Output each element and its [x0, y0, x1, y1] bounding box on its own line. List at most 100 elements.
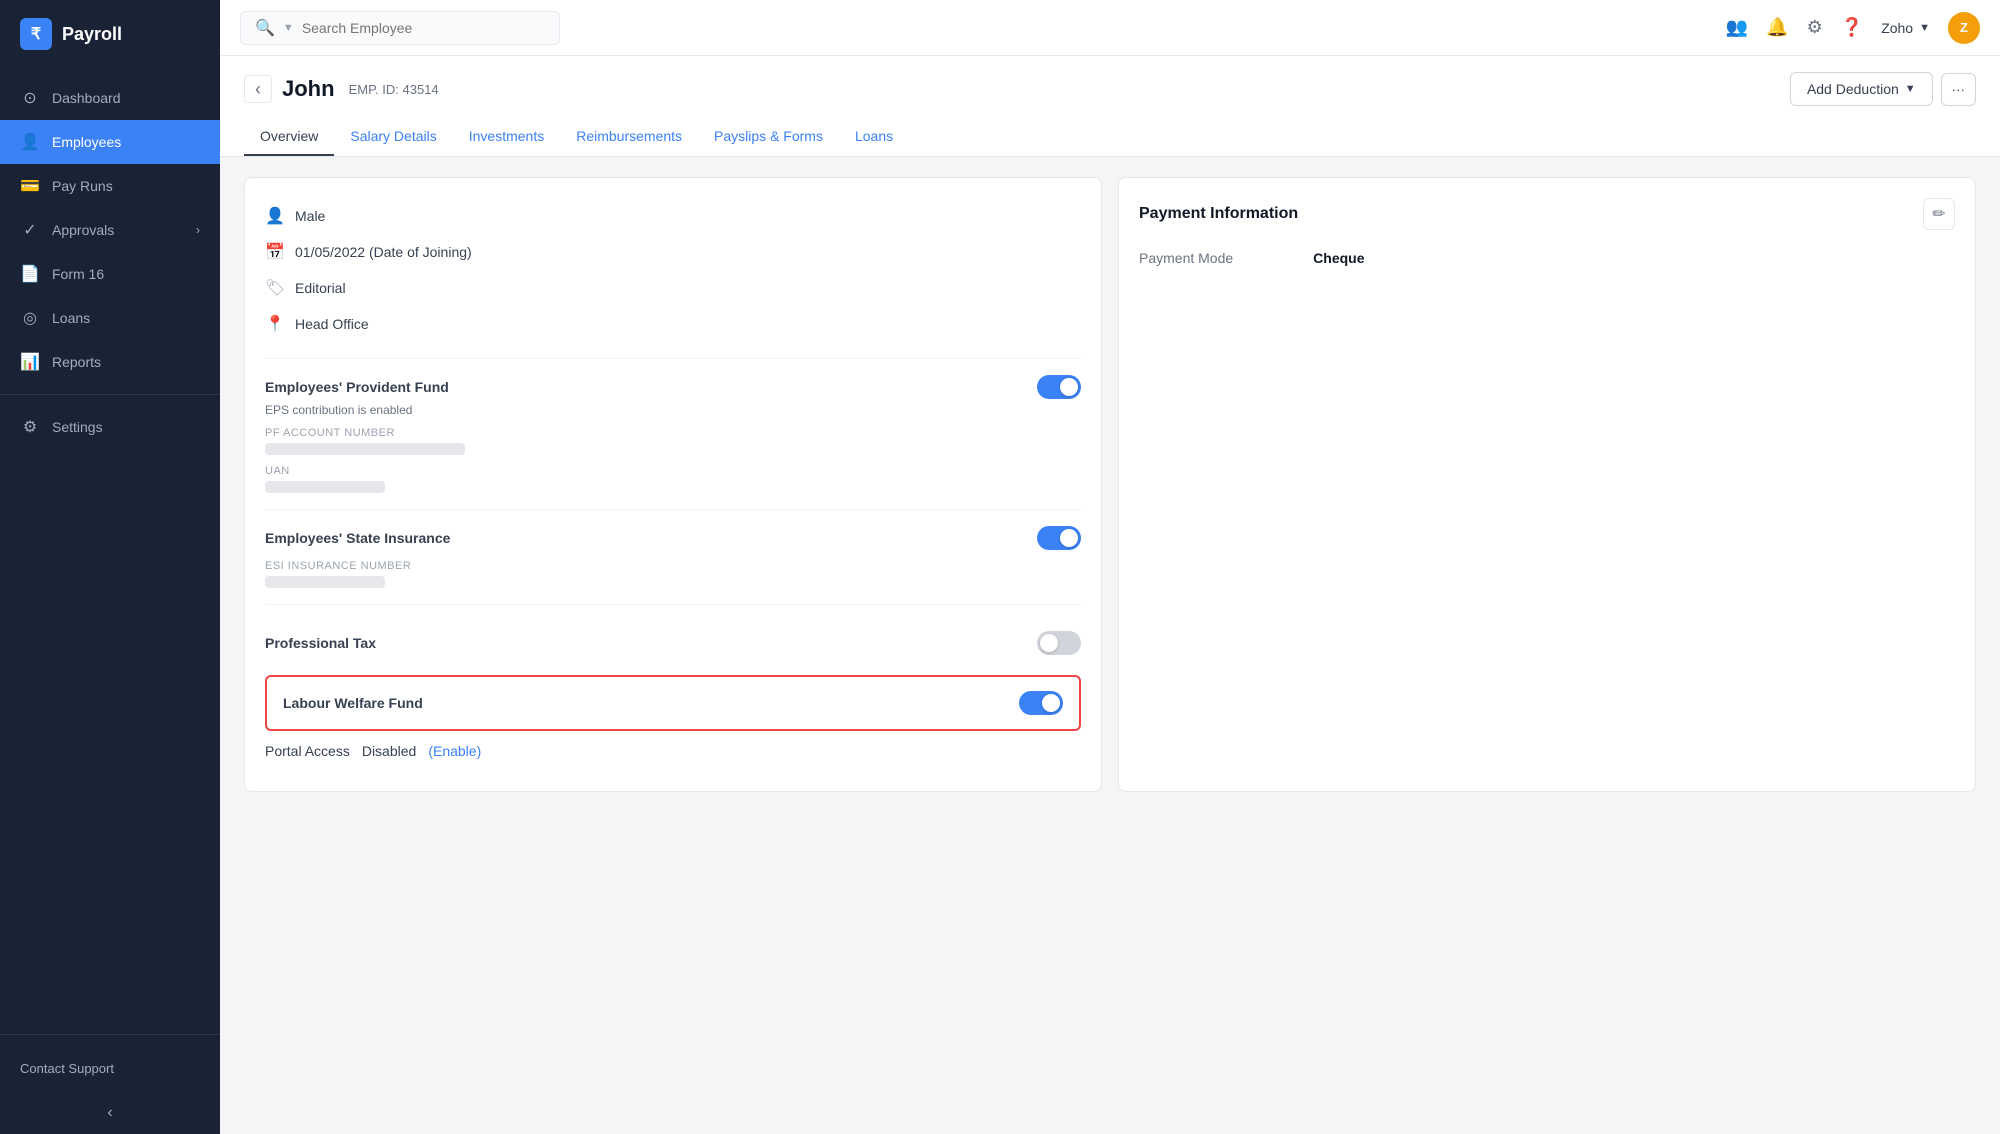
chevron-down-icon: ▼: [1905, 83, 1916, 95]
department-value: Editorial: [295, 280, 346, 296]
location-row: 📍 Head Office: [265, 306, 1081, 342]
pf-account-label: PF ACCOUNT NUMBER: [265, 427, 1081, 439]
lwf-toggle[interactable]: [1019, 691, 1063, 715]
tab-overview[interactable]: Overview: [244, 118, 334, 156]
pay-runs-icon: 💳: [20, 176, 40, 196]
sidebar-item-label: Dashboard: [52, 90, 121, 106]
gender-row: 👤 Male: [265, 198, 1081, 234]
user-dropdown-icon: ▼: [1919, 22, 1930, 34]
lwf-section: Labour Welfare Fund: [265, 675, 1081, 731]
collapse-icon: ‹: [107, 1104, 112, 1122]
topbar-right: 👥 🔔 ⚙ ❓ Zoho ▼ Z: [1726, 12, 1980, 44]
epf-toggle-row: Employees' Provident Fund: [265, 375, 1081, 399]
back-button[interactable]: ‹: [244, 75, 272, 103]
payment-mode-value: Cheque: [1313, 250, 1364, 266]
search-icon: 🔍: [255, 18, 275, 38]
pt-label: Professional Tax: [265, 635, 376, 651]
doj-value: 01/05/2022 (Date of Joining): [295, 244, 472, 260]
tab-investments[interactable]: Investments: [453, 118, 560, 156]
add-deduction-button[interactable]: Add Deduction ▼: [1790, 72, 1933, 106]
employee-info-card: 👤 Male 📅 01/05/2022 (Date of Joining) 🏷 …: [244, 177, 1102, 792]
sidebar-collapse-button[interactable]: ‹: [0, 1092, 220, 1134]
help-icon[interactable]: ❓: [1841, 17, 1863, 38]
esi-toggle[interactable]: [1037, 526, 1081, 550]
sidebar-item-settings[interactable]: ⚙ Settings: [0, 405, 220, 449]
search-box[interactable]: 🔍 ▼: [240, 11, 560, 45]
form16-icon: 📄: [20, 264, 40, 284]
employee-header: ‹ John EMP. ID: 43514 Add Deduction ▼ ··…: [220, 56, 2000, 157]
calendar-icon: 📅: [265, 242, 285, 262]
body-grid: 👤 Male 📅 01/05/2022 (Date of Joining) 🏷 …: [220, 157, 2000, 812]
esi-insurance-value: [265, 576, 385, 588]
esi-section: Employees' State Insurance ESI INSURANCE…: [265, 509, 1081, 588]
sidebar-nav: ⊙ Dashboard 👤 Employees 💳 Pay Runs ✓ App…: [0, 68, 220, 1024]
tab-reimbursements[interactable]: Reimbursements: [560, 118, 698, 156]
lwf-label: Labour Welfare Fund: [283, 695, 423, 711]
employee-name: John: [282, 76, 335, 102]
pt-toggle[interactable]: [1037, 631, 1081, 655]
chevron-right-icon: ›: [196, 223, 200, 237]
department-icon: 🏷: [265, 278, 285, 298]
sidebar-item-loans[interactable]: ◎ Loans: [0, 296, 220, 340]
sidebar-item-pay-runs[interactable]: 💳 Pay Runs: [0, 164, 220, 208]
portal-enable-link[interactable]: (Enable): [428, 743, 481, 759]
gear-icon[interactable]: ⚙: [1807, 17, 1823, 38]
app-name: Payroll: [62, 24, 122, 45]
sidebar: ₹ Payroll ⊙ Dashboard 👤 Employees 💳 Pay …: [0, 0, 220, 1134]
employee-tabs: Overview Salary Details Investments Reim…: [244, 118, 1976, 156]
sidebar-item-form16[interactable]: 📄 Form 16: [0, 252, 220, 296]
bell-icon[interactable]: 🔔: [1766, 17, 1788, 38]
more-icon: ···: [1952, 82, 1965, 97]
content-area: ‹ John EMP. ID: 43514 Add Deduction ▼ ··…: [220, 56, 2000, 1134]
avatar[interactable]: Z: [1948, 12, 1980, 44]
search-input[interactable]: [302, 20, 545, 36]
payment-edit-button[interactable]: ✏: [1923, 198, 1955, 230]
dashboard-icon: ⊙: [20, 88, 40, 108]
payment-mode-row: Payment Mode Cheque: [1139, 250, 1955, 266]
sidebar-item-employees[interactable]: 👤 Employees: [0, 120, 220, 164]
sidebar-item-dashboard[interactable]: ⊙ Dashboard: [0, 76, 220, 120]
add-deduction-label: Add Deduction: [1807, 81, 1899, 97]
location-value: Head Office: [295, 316, 369, 332]
gender-icon: 👤: [265, 206, 285, 226]
doj-row: 📅 01/05/2022 (Date of Joining): [265, 234, 1081, 270]
payment-mode-label: Payment Mode: [1139, 250, 1233, 266]
edit-icon: ✏: [1932, 204, 1945, 224]
tab-payslips[interactable]: Payslips & Forms: [698, 118, 839, 156]
contact-support[interactable]: Contact Support: [0, 1045, 220, 1092]
epf-toggle[interactable]: [1037, 375, 1081, 399]
uan-label: UAN: [265, 465, 1081, 477]
sidebar-item-approvals[interactable]: ✓ Approvals ›: [0, 208, 220, 252]
employee-title: ‹ John EMP. ID: 43514: [244, 75, 439, 103]
tab-loans[interactable]: Loans: [839, 118, 909, 156]
pf-account-value: [265, 443, 465, 455]
user-label: Zoho: [1881, 20, 1913, 36]
sidebar-bottom-divider: [0, 1034, 220, 1035]
logo-icon: ₹: [20, 18, 52, 50]
more-options-button[interactable]: ···: [1941, 73, 1976, 106]
payment-info-card: Payment Information ✏ Payment Mode Chequ…: [1118, 177, 1976, 792]
employee-title-row: ‹ John EMP. ID: 43514 Add Deduction ▼ ··…: [244, 72, 1976, 106]
portal-access-status: Disabled: [362, 743, 416, 759]
sidebar-item-label: Pay Runs: [52, 178, 113, 194]
location-icon: 📍: [265, 314, 285, 334]
reports-icon: 📊: [20, 352, 40, 372]
gender-value: Male: [295, 208, 325, 224]
user-menu[interactable]: Zoho ▼: [1881, 20, 1930, 36]
esi-label: Employees' State Insurance: [265, 530, 450, 546]
tab-salary-details[interactable]: Salary Details: [334, 118, 452, 156]
settings-icon: ⚙: [20, 417, 40, 437]
department-row: 🏷 Editorial: [265, 270, 1081, 306]
loans-icon: ◎: [20, 308, 40, 328]
sidebar-item-reports[interactable]: 📊 Reports: [0, 340, 220, 384]
contacts-icon[interactable]: 👥: [1726, 17, 1748, 38]
portal-access-label: Portal Access: [265, 743, 350, 759]
sidebar-item-label: Settings: [52, 419, 103, 435]
search-dropdown-icon[interactable]: ▼: [283, 22, 294, 34]
uan-value: [265, 481, 385, 493]
main-content: 🔍 ▼ 👥 🔔 ⚙ ❓ Zoho ▼ Z ‹ John EMP. ID: 435…: [220, 0, 2000, 1134]
employees-icon: 👤: [20, 132, 40, 152]
topbar: 🔍 ▼ 👥 🔔 ⚙ ❓ Zoho ▼ Z: [220, 0, 2000, 56]
epf-section: Employees' Provident Fund EPS contributi…: [265, 358, 1081, 493]
employee-id: EMP. ID: 43514: [349, 82, 439, 97]
